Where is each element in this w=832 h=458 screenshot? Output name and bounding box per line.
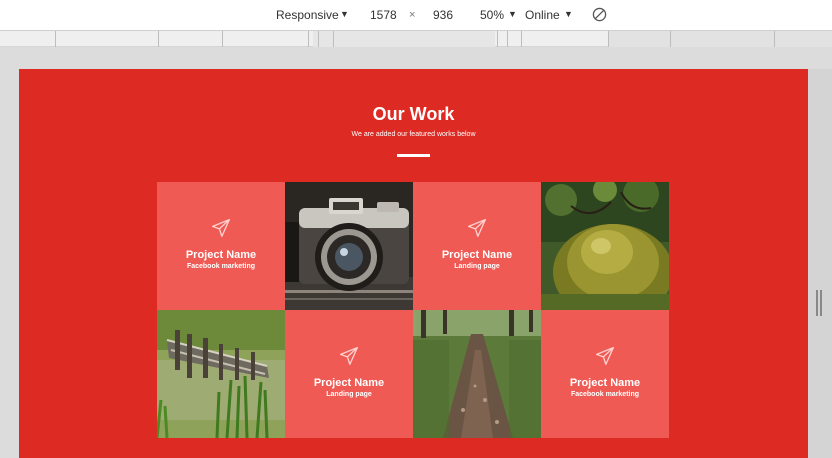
project-name: Project Name <box>313 377 385 389</box>
paper-plane-icon <box>468 219 486 237</box>
paper-plane-icon <box>596 347 614 365</box>
zoom-select[interactable]: 50% <box>480 8 504 22</box>
width-input[interactable]: 1578 <box>370 5 397 25</box>
page-viewport: Our Work We are added our featured works… <box>19 69 808 458</box>
project-card[interactable]: Project Name Landing page <box>413 182 541 310</box>
viewport-side-rail <box>808 69 832 458</box>
device-select[interactable]: Responsive <box>276 8 339 22</box>
viewport-resize-handle[interactable] <box>816 290 822 316</box>
mossy-rock-image <box>541 182 669 310</box>
ruler-tick <box>497 31 498 47</box>
forest-path-image <box>413 310 541 438</box>
device-toolbar: Responsive ▼ 1578 × 936 50% ▼ Online ▼ <box>0 0 832 31</box>
project-category: Landing page <box>454 263 500 270</box>
zoom-dropdown-icon[interactable]: ▼ <box>508 9 517 19</box>
ruler-tick <box>318 31 319 47</box>
project-photo-camera[interactable] <box>285 182 413 310</box>
ruler-tick <box>222 31 223 47</box>
section-subtitle: We are added our featured works below <box>351 131 476 138</box>
ruler-tick <box>774 31 775 47</box>
portfolio-grid: Project Name Facebook marketing Project … <box>157 182 669 438</box>
project-photo-wooden-pier[interactable] <box>157 310 285 438</box>
project-category: Facebook marketing <box>570 391 640 398</box>
network-select[interactable]: Online <box>525 8 560 22</box>
ruler-tick <box>55 31 56 47</box>
ruler-tick <box>158 31 159 47</box>
project-category: Facebook marketing <box>186 263 256 270</box>
times-icon: × <box>409 9 416 21</box>
no-throttle-icon[interactable] <box>592 7 607 22</box>
project-photo-mossy-rock[interactable] <box>541 182 669 310</box>
paper-plane-icon <box>212 219 230 237</box>
ruler-tick <box>507 31 508 47</box>
title-divider <box>397 154 430 157</box>
project-name: Project Name <box>441 249 513 261</box>
paper-plane-icon <box>340 347 358 365</box>
project-card[interactable]: Project Name Facebook marketing <box>157 182 285 310</box>
project-card[interactable]: Project Name Landing page <box>285 310 413 438</box>
project-photo-forest-path[interactable] <box>413 310 541 438</box>
project-category: Landing page <box>326 391 372 398</box>
ruler-tick <box>308 31 309 47</box>
device-dropdown-icon[interactable]: ▼ <box>340 9 349 19</box>
network-dropdown-icon[interactable]: ▼ <box>564 9 573 19</box>
ruler-tick <box>670 31 671 47</box>
ruler-tick <box>333 31 334 47</box>
camera-image <box>285 182 413 310</box>
height-input[interactable]: 936 <box>433 5 453 25</box>
ruler-tick <box>608 31 609 47</box>
project-name: Project Name <box>569 377 641 389</box>
project-name: Project Name <box>185 249 257 261</box>
project-card[interactable]: Project Name Facebook marketing <box>541 310 669 438</box>
ruler-band-tablet[interactable] <box>313 31 495 47</box>
section-title: Our Work <box>372 104 455 124</box>
ruler-tick <box>521 31 522 47</box>
ruler-band-laptop[interactable] <box>608 31 832 47</box>
media-query-ruler[interactable] <box>0 31 832 47</box>
wooden-pier-image <box>157 310 285 438</box>
